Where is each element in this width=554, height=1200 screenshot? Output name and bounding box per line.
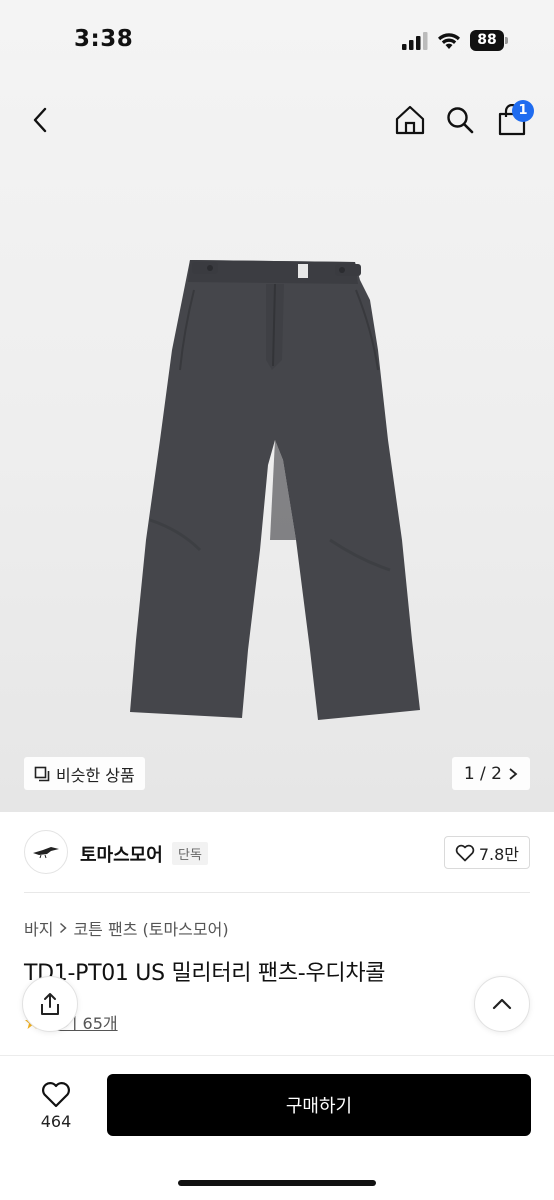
copy-icon: [34, 766, 50, 781]
home-button[interactable]: [388, 96, 432, 144]
similar-products-label: 비슷한 상품: [56, 765, 135, 785]
product-title: TD1-PT01 US 밀리터리 팬츠-우디차콜: [24, 961, 386, 986]
pager-text: 1 / 2: [463, 763, 502, 784]
bird-logo-icon: [33, 847, 59, 859]
bottom-action-bar: 464 구매하기: [0, 1055, 554, 1200]
battery-level: 88: [470, 30, 504, 51]
cellular-signal-icon: [402, 31, 428, 50]
image-pager[interactable]: 1 / 2: [451, 757, 530, 790]
cart-button[interactable]: 1: [490, 96, 534, 144]
buy-button[interactable]: 구매하기: [107, 1074, 531, 1136]
brand-like-button[interactable]: 7.8만: [443, 836, 530, 869]
brand-logo[interactable]: [24, 830, 68, 874]
cart-count-badge: 1: [512, 100, 534, 122]
scroll-to-top-button[interactable]: [474, 976, 530, 1032]
back-chevron-icon: [33, 107, 47, 133]
top-navigation: 1: [0, 96, 554, 144]
search-icon: [447, 107, 474, 134]
wishlist-button[interactable]: 464: [24, 1074, 88, 1138]
search-button[interactable]: [438, 96, 482, 144]
brand-name[interactable]: 토마스모어: [80, 841, 163, 867]
similar-products-button[interactable]: 비슷한 상품: [24, 757, 145, 790]
brand-row: 토마스모어 단독 7.8만: [24, 830, 530, 876]
product-image: [130, 260, 420, 720]
home-indicator: [178, 1180, 376, 1186]
wishlist-count: 464: [40, 1112, 72, 1131]
share-button[interactable]: [22, 976, 78, 1032]
breadcrumb-subcategory[interactable]: 코튼 팬츠 (토마스모어): [73, 916, 228, 940]
breadcrumb: 바지 코튼 팬츠 (토마스모어): [24, 916, 229, 940]
back-button[interactable]: [18, 96, 62, 144]
heart-icon: [455, 844, 475, 861]
battery-icon: 88: [470, 30, 508, 51]
brand-like-count: 7.8만: [478, 844, 519, 864]
status-bar: 3:38 88: [0, 0, 554, 84]
home-icon: [395, 105, 425, 135]
heart-icon: [42, 1082, 70, 1108]
wifi-icon: [438, 32, 460, 49]
status-icons: 88: [402, 30, 508, 51]
battery-tip: [505, 37, 508, 44]
chevron-up-icon: [492, 998, 512, 1010]
chevron-right-icon: [60, 922, 68, 934]
exclusive-tag: 단독: [172, 842, 208, 865]
breadcrumb-category[interactable]: 바지: [24, 916, 53, 940]
share-icon: [41, 993, 59, 1015]
chevron-right-icon: [509, 767, 518, 780]
divider: [24, 892, 530, 893]
status-time: 3:38: [74, 26, 134, 52]
